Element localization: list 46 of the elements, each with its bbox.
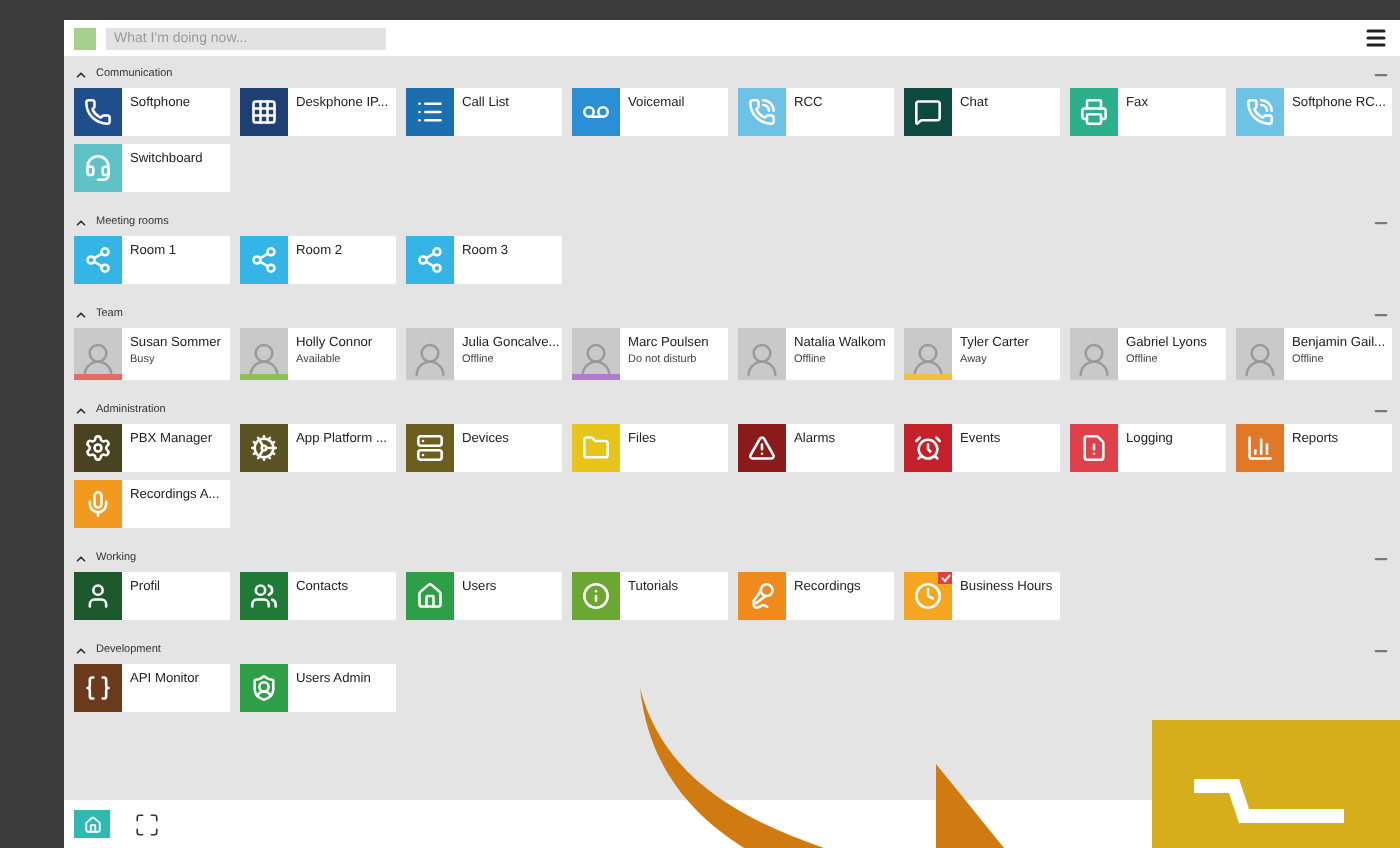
chat-bubble-icon xyxy=(914,98,942,126)
info-icon xyxy=(582,582,610,610)
network-icon xyxy=(416,246,444,274)
person-silhouette-icon xyxy=(244,340,284,380)
phone-icon xyxy=(84,98,112,126)
fullscreen-icon[interactable] xyxy=(134,811,160,837)
house-icon xyxy=(416,582,444,610)
person-silhouette-icon xyxy=(1240,340,1280,380)
collapse-icon[interactable] xyxy=(74,403,88,417)
collapse-icon[interactable] xyxy=(74,551,88,565)
keypad-phone-icon xyxy=(250,98,278,126)
person-silhouette-icon xyxy=(78,340,118,380)
file-warning-icon xyxy=(1080,434,1108,462)
bar-chart-icon xyxy=(1246,434,1274,462)
printer-icon xyxy=(1080,98,1108,126)
menu-icon[interactable] xyxy=(1364,26,1388,50)
server-icon xyxy=(416,434,444,462)
warning-icon xyxy=(748,434,776,462)
gear-icon xyxy=(84,434,112,462)
check-badge-icon xyxy=(938,572,952,584)
network-icon xyxy=(250,246,278,274)
users-icon xyxy=(250,582,278,610)
user-icon xyxy=(84,582,112,610)
phone-icon xyxy=(748,98,776,126)
collapse-icon[interactable] xyxy=(74,643,88,657)
headset-icon xyxy=(84,154,112,182)
person-silhouette-icon xyxy=(576,340,616,380)
person-silhouette-icon xyxy=(1074,340,1114,380)
person-silhouette-icon xyxy=(410,340,450,380)
microphone-icon xyxy=(84,490,112,518)
cog-icon xyxy=(250,434,278,462)
braces-icon xyxy=(84,674,112,702)
clock-icon xyxy=(914,582,942,610)
person-silhouette-icon xyxy=(742,340,782,380)
list-icon xyxy=(416,98,444,126)
microphone-icon xyxy=(748,582,776,610)
collapse-icon[interactable] xyxy=(74,307,88,321)
network-icon xyxy=(84,246,112,274)
collapse-icon[interactable] xyxy=(74,215,88,229)
collapse-icon[interactable] xyxy=(74,67,88,81)
alarm-clock-icon xyxy=(914,434,942,462)
phone-icon xyxy=(1246,98,1274,126)
person-silhouette-icon xyxy=(908,340,948,380)
house-icon xyxy=(83,815,101,833)
folder-icon xyxy=(582,434,610,462)
shield-user-icon xyxy=(250,674,278,702)
